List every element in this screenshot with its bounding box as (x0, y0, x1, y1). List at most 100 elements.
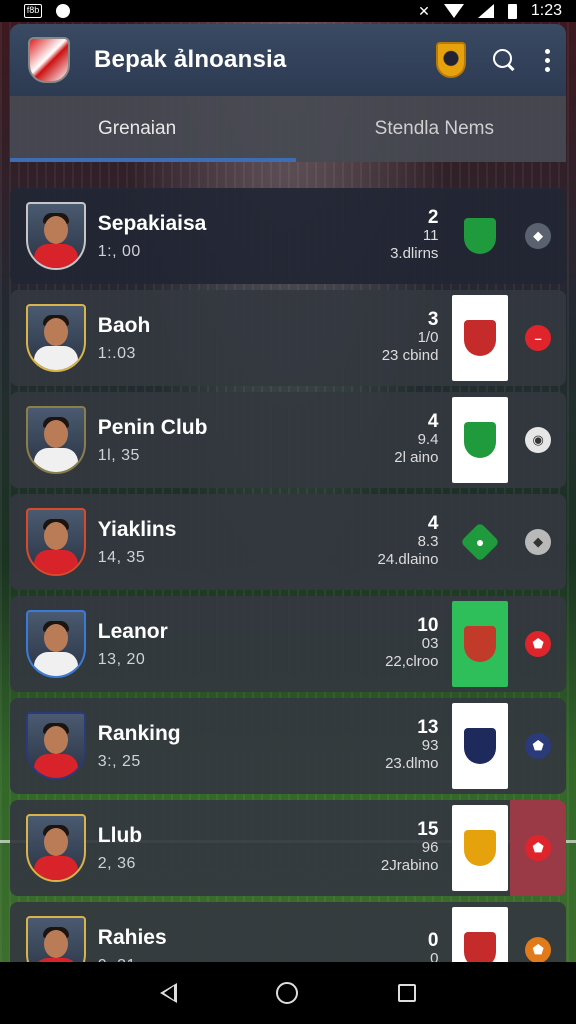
tab-stendla-nems[interactable]: Stendla Nems (296, 96, 566, 162)
navigation-bar (0, 962, 576, 1024)
shield-icon: ⬟ (525, 835, 552, 861)
row-action-button[interactable]: ◉ (510, 392, 566, 488)
player-avatar (26, 610, 86, 678)
settings-dot-icon (56, 4, 70, 18)
crest-icon[interactable] (436, 42, 466, 78)
more-vert-icon[interactable] (542, 48, 552, 72)
row-action-button[interactable]: ⬟ (510, 698, 566, 794)
list-item[interactable]: Ranking 3:, 25 13 93 23.dlmo ⬟ (10, 698, 566, 794)
club-name: Rahies (97, 926, 167, 949)
club-name: Sepakiaisa (97, 212, 207, 235)
club-subtitle: 1:.03 (97, 345, 136, 362)
club-subtitle: 13, 20 (97, 651, 146, 668)
points-value: 03 (421, 635, 439, 652)
club-subtitle: 2, 36 (97, 855, 136, 872)
stat-unit: 24.dlaino (377, 551, 439, 568)
club-name: Leanor (97, 620, 168, 643)
ball-icon: ◉ (525, 427, 552, 453)
rank-value: 10 (417, 615, 439, 636)
row-action-button[interactable]: – (510, 290, 566, 386)
rank-value: 3 (427, 309, 439, 330)
points-value: 93 (421, 737, 439, 754)
crest-icon: ⬟ (525, 733, 552, 759)
player-avatar (26, 304, 86, 372)
rank-value: 4 (427, 411, 439, 432)
row-action-button[interactable]: ⬟ (510, 800, 566, 896)
diamond-icon: ◆ (525, 223, 552, 249)
club-logo[interactable] (28, 37, 70, 83)
club-badge[interactable] (452, 601, 509, 687)
row-action-button[interactable]: ⬟ (510, 596, 566, 692)
club-subtitle: 14, 35 (97, 549, 146, 566)
app-bar: Bepak ảlnoansia (10, 24, 566, 96)
rank-value: 13 (417, 717, 439, 738)
player-avatar (26, 406, 86, 474)
club-name: Ranking (97, 722, 181, 745)
stat-unit: 2l aino (394, 449, 439, 466)
points-value: 1/0 (417, 329, 439, 346)
tab-grenaian[interactable]: Grenaian (10, 96, 296, 162)
club-subtitle: 3:, 25 (97, 753, 141, 770)
stat-unit: 3.dlirns (390, 245, 439, 262)
recents-icon[interactable] (398, 984, 417, 1002)
stat-unit: 22,clroo (385, 653, 439, 670)
app-title: Bepak ảlnoansia (94, 46, 287, 73)
player-avatar (26, 202, 86, 270)
list-item[interactable]: Yiaklins 14, 35 4 8.3 24.dlaino ● ◆ (10, 494, 566, 590)
row-action-button[interactable]: ◆ (510, 494, 566, 590)
stat-unit: 23.dlmo (385, 755, 439, 772)
club-badge[interactable]: ● (452, 499, 508, 585)
club-name: Baoh (97, 314, 151, 337)
club-name: Penin Club (97, 416, 208, 439)
tab-bar: Grenaian Stendla Nems (10, 96, 566, 162)
crest-icon (464, 830, 497, 866)
crest-icon (464, 320, 497, 356)
search-icon[interactable] (492, 48, 516, 72)
club-badge[interactable] (452, 703, 509, 789)
club-subtitle: 1:, 00 (97, 243, 141, 260)
shield-icon: ⬟ (525, 937, 552, 963)
rank-value: 2 (427, 207, 439, 228)
list-item[interactable]: Baoh 1:.03 3 1/0 23 cbind – (10, 290, 566, 386)
status-bar: f8b ✕ 1:23 (0, 0, 576, 22)
stat-unit: 2Jrabino (380, 857, 439, 874)
points-value: 8.3 (417, 533, 439, 550)
mute-icon: ✕ (418, 2, 430, 19)
shield-icon (464, 422, 497, 458)
points-value: 11 (422, 227, 439, 244)
crest-icon (464, 728, 497, 764)
shield-icon: ⬟ (525, 631, 552, 657)
clock: 1:23 (530, 2, 562, 19)
club-badge[interactable] (452, 397, 509, 483)
row-action-button[interactable]: ◆ (510, 188, 566, 284)
wifi-icon (443, 4, 464, 18)
list-item[interactable]: Penin Club 1l, 35 4 9.4 2l aino ◉ (10, 392, 566, 488)
list-item[interactable]: Llub 2, 36 15 96 2Jrabino ⬟ (10, 800, 566, 896)
player-avatar (26, 508, 86, 576)
club-name: Yiaklins (97, 518, 177, 541)
signal-icon (477, 4, 494, 18)
club-badge[interactable] (452, 295, 509, 381)
rank-value: 4 (427, 513, 439, 534)
minus-icon: – (525, 325, 552, 351)
list-item[interactable]: Leanor 13, 20 10 03 22,clroo ⬟ (10, 596, 566, 692)
club-subtitle: 1l, 35 (97, 447, 140, 464)
club-badge[interactable] (452, 193, 508, 279)
back-icon[interactable] (159, 983, 177, 1003)
rank-value: 15 (417, 819, 439, 840)
player-avatar (26, 712, 86, 780)
diamond-icon: ● (460, 522, 501, 562)
club-name: Llub (97, 824, 143, 847)
rank-value: 0 (427, 930, 439, 951)
crest-icon (464, 626, 497, 662)
diamond-icon: ◆ (525, 529, 552, 555)
club-badge[interactable] (452, 805, 509, 891)
list-item[interactable]: Sepakiaisa 1:, 00 2 11 3.dlirns ◆ (10, 188, 566, 284)
points-value: 96 (421, 839, 439, 856)
points-value: 9.4 (417, 431, 439, 448)
shield-icon (464, 218, 497, 254)
battery-icon (507, 3, 517, 19)
stat-unit: 23 cbind (381, 347, 439, 364)
home-icon[interactable] (276, 982, 299, 1004)
player-avatar (26, 814, 86, 882)
